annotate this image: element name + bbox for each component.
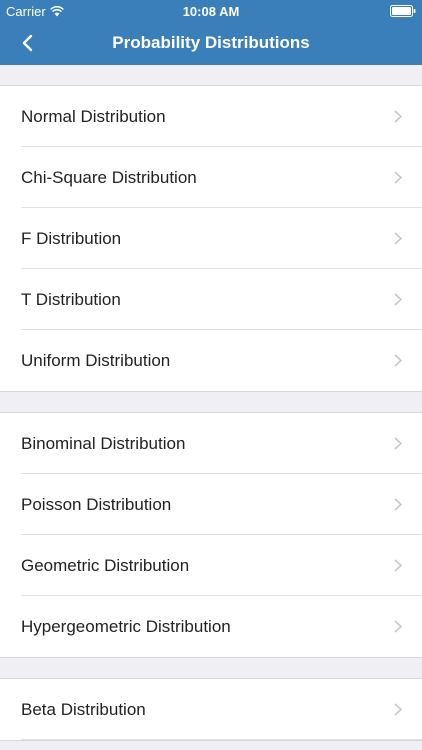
chevron-right-icon — [394, 293, 402, 306]
section-gap — [0, 392, 422, 413]
section-gap — [0, 658, 422, 679]
page-title: Probability Distributions — [112, 33, 310, 52]
list-item-geometric-distribution[interactable]: Geometric Distribution — [0, 535, 422, 596]
section-gap — [0, 65, 422, 86]
top-bar: Carrier 10:08 AM Probability Distributio… — [0, 0, 422, 65]
chevron-right-icon — [394, 559, 402, 572]
list-item-label: Hypergeometric Distribution — [21, 616, 231, 636]
list-item-normal-distribution[interactable]: Normal Distribution — [0, 86, 422, 147]
section-other: Beta Distribution — [0, 679, 422, 741]
status-time: 10:08 AM — [182, 4, 240, 19]
list-item-chi-square-distribution[interactable]: Chi-Square Distribution — [0, 147, 422, 208]
chevron-right-icon — [394, 703, 402, 716]
navigation-bar: Probability Distributions — [0, 22, 422, 65]
list-item-uniform-distribution[interactable]: Uniform Distribution — [0, 330, 422, 391]
chevron-right-icon — [394, 110, 402, 123]
chevron-right-icon — [394, 354, 402, 367]
list-item-label: Poisson Distribution — [21, 494, 172, 514]
chevron-right-icon — [394, 437, 402, 450]
list-item-binominal-distribution[interactable]: Binominal Distribution — [0, 413, 422, 474]
list-item-hypergeometric-distribution[interactable]: Hypergeometric Distribution — [0, 596, 422, 657]
list-item-label: Binominal Distribution — [21, 433, 186, 453]
list-item-f-distribution[interactable]: F Distribution — [0, 208, 422, 269]
section-discrete: Binominal Distribution Poisson Distribut… — [0, 413, 422, 658]
chevron-right-icon — [394, 232, 402, 245]
chevron-right-icon — [394, 620, 402, 633]
section-continuous: Normal Distribution Chi-Square Distribut… — [0, 86, 422, 392]
list-item-label: Uniform Distribution — [21, 350, 171, 370]
battery-icon — [390, 5, 416, 17]
chevron-right-icon — [394, 498, 402, 511]
list-item-label: Geometric Distribution — [21, 555, 190, 575]
list-item-label: Beta Distribution — [21, 699, 146, 719]
status-bar: Carrier 10:08 AM — [0, 0, 422, 22]
list-item-label: Chi-Square Distribution — [21, 167, 197, 187]
list-item-label: Normal Distribution — [21, 106, 166, 126]
list-item-t-distribution[interactable]: T Distribution — [0, 269, 422, 330]
distribution-list: Normal Distribution Chi-Square Distribut… — [0, 65, 422, 741]
list-item-label: F Distribution — [21, 228, 122, 248]
list-item-poisson-distribution[interactable]: Poisson Distribution — [0, 474, 422, 535]
list-item-label: T Distribution — [21, 289, 121, 309]
chevron-right-icon — [394, 171, 402, 184]
list-item-beta-distribution[interactable]: Beta Distribution — [0, 679, 422, 740]
